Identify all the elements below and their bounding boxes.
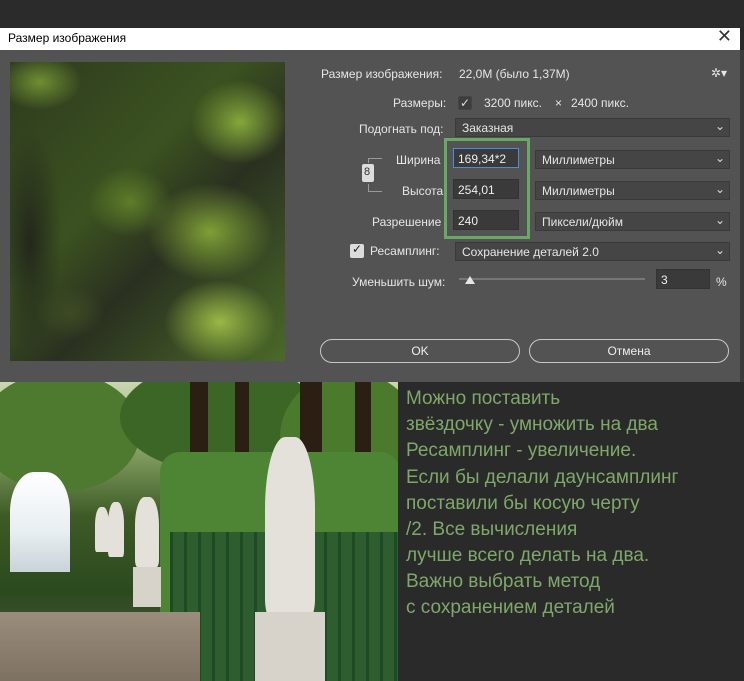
resample-label: Ресамплинг: (370, 244, 440, 258)
dimensions-height: 2400 пикс. (571, 96, 629, 110)
link-bracket-top (368, 158, 382, 163)
noise-slider-thumb[interactable] (464, 276, 475, 284)
noise-unit: % (716, 275, 727, 289)
dialog-titlebar: Размер изображения ✕ (0, 26, 740, 50)
top-bar (0, 0, 744, 28)
resolution-unit: Пиксели/дюйм (542, 215, 623, 229)
chevron-down-icon: ✓ (460, 96, 471, 110)
statue (108, 502, 124, 557)
preview-image[interactable] (10, 62, 285, 361)
dimensions-toggle[interactable]: ✓ (458, 96, 472, 110)
image-size-label: Размер изображения: (321, 67, 443, 81)
chevron-down-icon: ⌄ (714, 243, 725, 257)
resolution-label: Разрешение (372, 215, 442, 229)
checkmark-icon: ✓ (352, 242, 363, 256)
annotation-panel: Можно поставить звёздочку - умножить на … (398, 382, 744, 681)
note-line: звёздочку - умножить на два (406, 414, 658, 435)
height-unit-select[interactable]: Миллиметры ⌄ (535, 181, 730, 200)
gear-icon[interactable]: ✲▾ (711, 66, 727, 80)
statue (95, 507, 109, 552)
dimensions-times: × (555, 96, 563, 110)
dimensions-width: 3200 пикс. (484, 96, 542, 110)
noise-label: Уменьшить шум: (352, 275, 446, 289)
chevron-down-icon: ⌄ (714, 151, 725, 165)
tree-canopy (0, 382, 140, 492)
fit-label: Подогнать под: (359, 122, 444, 136)
resample-value: Сохранение деталей 2.0 (462, 245, 599, 259)
chevron-down-icon: ⌄ (714, 119, 725, 133)
pedestal (133, 567, 161, 607)
close-icon[interactable]: ✕ (717, 26, 732, 47)
note-line: Ресамплинг - увеличение. (406, 440, 637, 461)
garden-photo (0, 382, 398, 681)
width-unit-select[interactable]: Миллиметры ⌄ (535, 150, 730, 169)
height-label: Высота (402, 184, 444, 198)
chevron-down-icon: ⌄ (714, 213, 725, 227)
garden-path (0, 612, 200, 681)
window-edge (740, 50, 744, 382)
highlight-box (444, 138, 530, 239)
note-line: Если бы делали даунсамплинг (406, 467, 679, 488)
note-line: лучше всего делать на два. (406, 545, 650, 566)
image-size-value: 22,0M (было 1,37M) (459, 67, 570, 81)
chevron-down-icon: ⌄ (714, 182, 725, 196)
width-unit: Миллиметры (542, 153, 615, 167)
noise-slider-track[interactable] (459, 278, 645, 280)
pedestal (255, 612, 325, 681)
cancel-button[interactable]: Отмена (529, 339, 729, 363)
note-line: Важно выбрать метод (406, 571, 601, 592)
noise-field[interactable]: 3 (656, 269, 710, 289)
statue (265, 437, 315, 617)
ok-button[interactable]: OK (320, 339, 520, 363)
note-line: Можно поставить (406, 388, 561, 409)
note-line: /2. Все вычисления (406, 519, 578, 540)
note-line: с сохранением деталей (406, 597, 615, 618)
statue (135, 497, 159, 567)
note-line: поставили бы косую черту (406, 493, 640, 514)
resample-select[interactable]: Сохранение деталей 2.0 ⌄ (455, 242, 730, 261)
link-bracket-bottom (368, 184, 382, 192)
dialog-title: Размер изображения (8, 31, 127, 45)
resolution-unit-select[interactable]: Пиксели/дюйм ⌄ (535, 212, 730, 231)
fit-select[interactable]: Заказная ⌄ (455, 118, 730, 137)
dimensions-label: Размеры: (393, 96, 447, 110)
resample-checkbox[interactable]: ✓ (350, 242, 364, 258)
height-unit: Миллиметры (542, 184, 615, 198)
fit-value: Заказная (462, 121, 514, 135)
link-icon[interactable]: 8 (362, 164, 374, 182)
width-label: Ширина (396, 153, 441, 167)
fountain (10, 472, 70, 572)
